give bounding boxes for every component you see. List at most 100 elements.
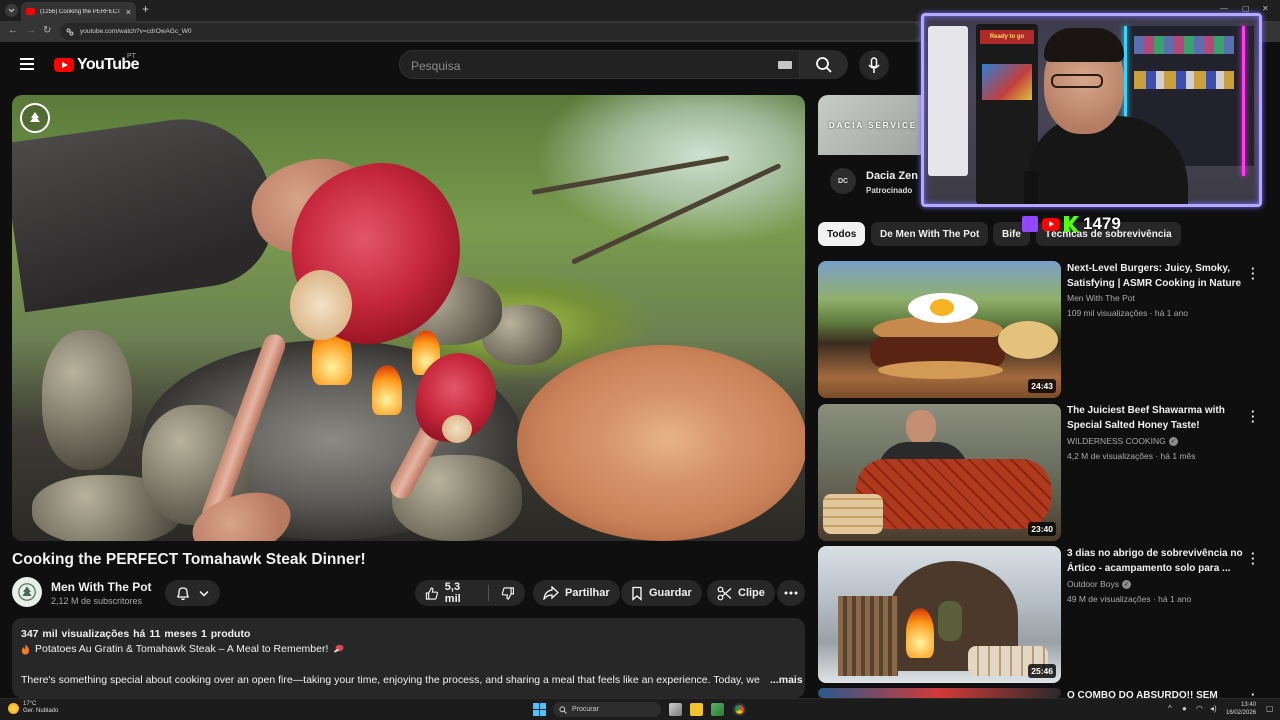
recommendation-thumbnail[interactable]: 23:40: [818, 404, 1061, 541]
tab-search-button[interactable]: [5, 4, 18, 17]
url-field[interactable]: youtube.com/watch?v=cdrOwAGc_W0: [60, 23, 920, 40]
voice-search-button[interactable]: [859, 50, 889, 80]
tab-close-icon[interactable]: ×: [126, 7, 131, 17]
clip-button[interactable]: Clipe: [707, 580, 775, 606]
taskbar-search[interactable]: Procurar: [553, 702, 661, 717]
meat-emoji-icon: [334, 644, 344, 653]
channel-label: Outdoor Boys: [1067, 579, 1119, 589]
date: 16/02/2026: [1226, 710, 1257, 716]
recommendation-thumbnail[interactable]: 25:46: [818, 546, 1061, 683]
new-tab-button[interactable]: +: [142, 2, 149, 16]
channel-avatar[interactable]: [12, 577, 42, 607]
clip-label: Clipe: [738, 587, 765, 599]
save-button[interactable]: Guardar: [621, 580, 702, 606]
menu-icon[interactable]: [20, 58, 34, 73]
side-cabinet: [928, 26, 968, 176]
recommendation-title[interactable]: 3 dias no abrigo de sobrevivência no Árt…: [1067, 546, 1247, 576]
description-box[interactable]: 347 mil visualizações há 11 meses 1 prod…: [12, 618, 805, 698]
forward-icon[interactable]: →: [26, 25, 36, 36]
more-vertical-icon[interactable]: · · ·: [1251, 405, 1255, 428]
ad-thumbnail[interactable]: DACIA SERVICE: [818, 95, 928, 155]
maximize-icon[interactable]: ▢: [1242, 4, 1250, 13]
start-button[interactable]: [533, 703, 546, 716]
more-actions-button[interactable]: [777, 580, 805, 606]
close-window-icon[interactable]: ✕: [1262, 4, 1269, 13]
chip-all[interactable]: Todos: [818, 222, 866, 246]
chrome-icon[interactable]: [733, 703, 746, 716]
bell-icon: [177, 586, 189, 600]
back-icon[interactable]: ←: [8, 25, 18, 36]
branch: [531, 155, 730, 195]
clock[interactable]: 13:40 16/02/2026: [1226, 701, 1256, 717]
ad-title[interactable]: Dacia Zen: [866, 170, 918, 182]
notifications-button[interactable]: [165, 580, 220, 606]
tray-chevron-icon[interactable]: ^: [1168, 704, 1172, 713]
volume-icon[interactable]: ◂): [1210, 704, 1217, 713]
show-more-link[interactable]: ...mais: [770, 674, 803, 686]
chevron-down-icon: [199, 590, 209, 597]
site-info-icon[interactable]: [66, 28, 74, 36]
video-duration: 23:40: [1028, 522, 1056, 536]
weather-widget[interactable]: 17°C Ger. Nublado: [8, 701, 58, 715]
notifications-icon[interactable]: ▢: [1266, 704, 1274, 713]
description-body: There's something special about cooking …: [21, 674, 760, 686]
search-placeholder: Pesquisa: [411, 59, 461, 73]
webcam-overlay: Ready to go: [921, 13, 1262, 207]
fried-egg: [908, 293, 978, 323]
channel-watermark[interactable]: [20, 103, 50, 133]
streamer-hair: [1044, 28, 1124, 62]
recommendation-stats: 109 mil visualizações · há 1 ano: [1067, 308, 1188, 318]
roasted-meat: [856, 459, 1051, 529]
recommendation-channel[interactable]: Men With The Pot: [1067, 293, 1135, 303]
chip-from-channel[interactable]: De Men With The Pot: [871, 222, 989, 246]
arcade-marquee: Ready to go: [980, 30, 1034, 44]
collectibles: [1134, 36, 1234, 54]
youtube-logo[interactable]: YouTube PT: [54, 53, 139, 74]
recommendation-title[interactable]: Next-Level Burgers: Juicy, Smoky, Satisf…: [1067, 261, 1247, 291]
search-input[interactable]: Pesquisa: [399, 50, 800, 79]
youtube-icon: [1042, 217, 1060, 231]
keyboard-icon[interactable]: [778, 61, 792, 69]
time: 13:40: [1241, 702, 1257, 708]
youtube-favicon-icon: [26, 8, 35, 15]
recommendation-title[interactable]: The Juiciest Beef Shawarma with Special …: [1067, 403, 1247, 433]
thumbs-up-icon[interactable]: [425, 586, 439, 601]
minimize-icon[interactable]: —: [1220, 4, 1228, 13]
like-count[interactable]: 5,3 mil: [445, 581, 477, 605]
chevron-down-icon: [8, 8, 15, 13]
recommendation-channel[interactable]: WILDERNESS COOKING ✓: [1067, 436, 1178, 446]
thumbs-down-icon[interactable]: [501, 586, 515, 601]
description-headline-text: Potatoes Au Gratin & Tomahawk Steak – A …: [35, 643, 329, 655]
video-duration: 25:46: [1028, 664, 1056, 678]
sponsored-label: Patrocinado: [866, 186, 913, 195]
recommendation-stats: 49 M de visualizações · há 1 ano: [1067, 594, 1192, 604]
reload-icon[interactable]: ↻: [43, 25, 51, 36]
more-vertical-icon[interactable]: · · ·: [1251, 262, 1255, 285]
search-button[interactable]: [800, 50, 848, 79]
channel-name[interactable]: Men With The Pot: [51, 580, 152, 594]
steak-fat: [290, 270, 352, 340]
recommendation-title[interactable]: O COMBO DO ABSURDO!! SEM: [1067, 688, 1247, 698]
tray-app-icon[interactable]: ●: [1182, 704, 1187, 713]
video-player[interactable]: [12, 95, 805, 541]
glasses: [1051, 74, 1103, 88]
wifi-icon[interactable]: ◠: [1196, 704, 1203, 713]
task-view-icon[interactable]: [669, 703, 682, 716]
recommendation-thumbnail[interactable]: [818, 688, 1061, 698]
recommendation-channel[interactable]: Outdoor Boys ✓: [1067, 579, 1131, 589]
advertiser-logo[interactable]: DC: [830, 168, 856, 194]
jacket-sleeve: [12, 107, 283, 313]
tree-icon: [18, 583, 36, 601]
collectibles: [1134, 71, 1234, 89]
store-icon[interactable]: [711, 703, 724, 716]
rock: [42, 330, 132, 470]
share-button[interactable]: Partilhar: [533, 580, 620, 606]
description-meta: 347 mil visualizações há 11 meses 1 prod…: [21, 628, 251, 640]
weather-sun-icon: [8, 702, 19, 714]
file-explorer-icon[interactable]: [690, 703, 703, 716]
video-duration: 24:43: [1028, 379, 1056, 393]
channel-label: Men With The Pot: [1067, 293, 1135, 303]
recommendation-thumbnail[interactable]: 24:43: [818, 261, 1061, 398]
more-vertical-icon[interactable]: · · ·: [1251, 547, 1255, 570]
browser-tab-active[interactable]: (1256) Cooking the PERFECT To ×: [21, 2, 136, 21]
